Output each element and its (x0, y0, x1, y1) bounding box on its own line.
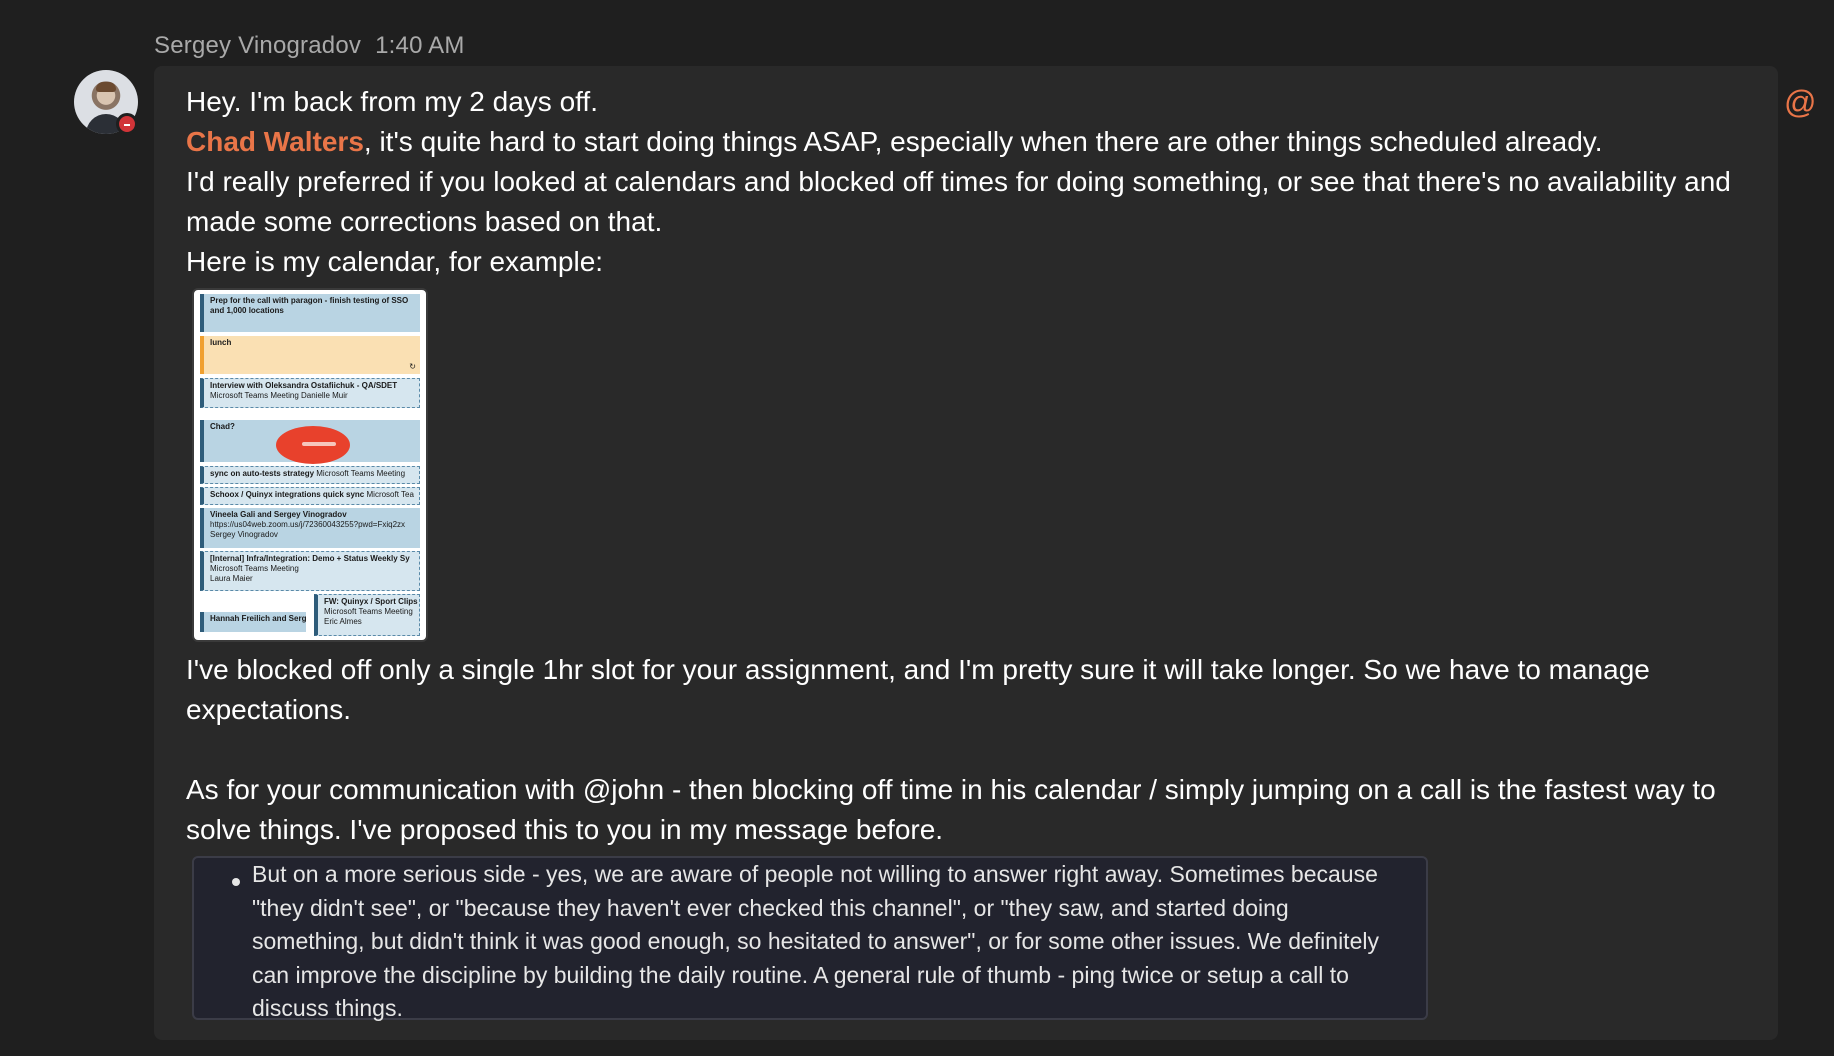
calendar-event: Schoox / Quinyx integrations quick sync … (200, 487, 420, 505)
message-line: Here is my calendar, for example: (186, 246, 604, 277)
message-line: Hey. I'm back from my 2 days off. (186, 86, 598, 117)
mention-at-icon: @ (1784, 84, 1817, 120)
calendar-event: [Internal] Infra/Integration: Demo + Sta… (200, 551, 420, 591)
top-edge (0, 0, 1834, 8)
message-time: 1:40 AM (375, 32, 465, 59)
quoted-message[interactable]: But on a more serious side - yes, we are… (192, 856, 1428, 1021)
bullet-icon (232, 878, 240, 886)
calendar-screenshot-image[interactable]: Prep for the call with paragon - finish … (192, 288, 428, 642)
calendar-event: Hannah Freilich and Sergi (200, 612, 306, 632)
redaction-mark (276, 426, 350, 464)
author-name[interactable]: Sergey Vinogradov (154, 32, 361, 59)
message-header: Sergey Vinogradov 1:40 AM (154, 32, 465, 60)
calendar-event: Prep for the call with paragon - finish … (200, 294, 420, 332)
message-line-rest: , it's quite hard to start doing things … (363, 126, 1603, 157)
message-line: Chad Walters, it's quite hard to start d… (186, 122, 1746, 162)
mention-chad-walters[interactable]: Chad Walters (186, 126, 364, 157)
calendar-event: Interview with Oleksandra Ostafiichuk - … (200, 378, 420, 408)
message-body: Hey. I'm back from my 2 days off. Chad W… (186, 82, 1746, 1021)
calendar-event: Vineela Gali and Sergey Vinogradov https:… (200, 508, 420, 548)
calendar-event: lunch ↻ (200, 336, 420, 374)
calendar-event: sync on auto-tests strategy Microsoft Te… (200, 466, 420, 484)
quoted-text: But on a more serious side - yes, we are… (252, 861, 1379, 1021)
message-line: As for your communication with @john - t… (186, 774, 1716, 845)
message-line: I've blocked off only a single 1hr slot … (186, 654, 1650, 725)
message-line: I'd really preferred if you looked at ca… (186, 166, 1731, 237)
presence-busy-icon (116, 113, 138, 135)
calendar-event: FW: Quinyx / Sport Clips Microsoft Teams … (314, 594, 420, 636)
recurring-icon: ↻ (409, 362, 416, 371)
avatar-hair (96, 82, 116, 92)
